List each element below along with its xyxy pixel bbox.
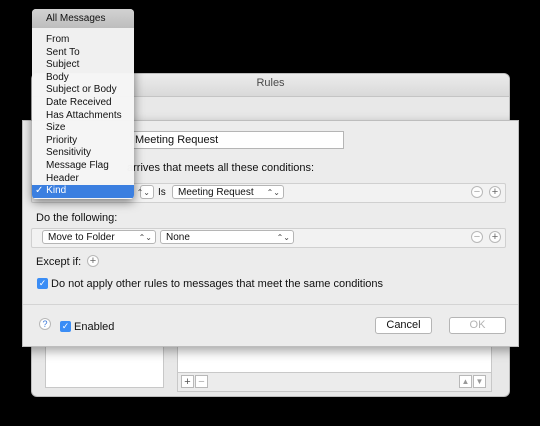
sheet-divider [23, 304, 518, 305]
no-other-rules-label: Do not apply other rules to messages tha… [51, 278, 384, 290]
condition-field-popup[interactable]: ⌃⌄ [136, 185, 154, 199]
enabled-label: Enabled [74, 321, 115, 333]
menu-item-all-messages[interactable]: All Messages [32, 9, 134, 28]
menu-items: From Sent To Subject Body Subject or Bod… [32, 34, 134, 198]
condition-intro-label: arrives that meets all these conditions: [127, 162, 315, 174]
menu-item-from[interactable]: From [32, 34, 134, 47]
move-up-button[interactable]: ▲ [459, 375, 472, 388]
menu-item-subject-or-body[interactable]: Subject or Body [32, 84, 134, 97]
rules-list[interactable] [45, 346, 164, 388]
add-condition-button[interactable]: + [489, 186, 501, 198]
rule-detail-pane [177, 346, 492, 373]
action-target-popup[interactable]: None ⌃⌄ [160, 230, 294, 244]
action-type-popup[interactable]: Move to Folder ⌃⌄ [42, 230, 156, 244]
condition-value-text: Meeting Request [178, 187, 254, 198]
cancel-button[interactable]: Cancel [375, 317, 432, 334]
enabled-checkbox[interactable]: ✓ [60, 321, 71, 332]
popup-arrow-icon: ⌃⌄ [136, 188, 150, 197]
condition-field-menu: All Messages From Sent To Subject Body S… [32, 9, 134, 199]
except-if-label: Except if: [36, 256, 82, 268]
action-row: Move to Folder ⌃⌄ None ⌃⌄ − + [31, 228, 506, 248]
add-exception-button[interactable]: + [87, 255, 99, 267]
popup-arrow-icon: ⌃⌄ [138, 233, 152, 242]
remove-action-button[interactable]: − [471, 231, 483, 243]
action-type-text: Move to Folder [48, 232, 115, 243]
menu-item-has-attachments[interactable]: Has Attachments [32, 110, 134, 123]
menu-item-kind-label: Kind [46, 185, 67, 197]
menu-item-kind[interactable]: ✓ Kind [32, 185, 134, 198]
remove-rule-button[interactable]: − [195, 375, 208, 388]
move-down-button[interactable]: ▼ [473, 375, 486, 388]
menu-item-sensitivity[interactable]: Sensitivity [32, 147, 134, 160]
menu-item-message-flag[interactable]: Message Flag [32, 160, 134, 173]
condition-operator-label: Is [158, 187, 166, 198]
do-following-label: Do the following: [36, 212, 118, 224]
menu-item-date-received[interactable]: Date Received [32, 97, 134, 110]
no-other-rules-checkbox[interactable]: ✓ [37, 278, 48, 289]
condition-value-popup[interactable]: Meeting Request ⌃⌄ [172, 185, 284, 199]
menu-item-sent-to[interactable]: Sent To [32, 47, 134, 60]
checkmark-icon: ✓ [35, 185, 44, 197]
action-target-text: None [166, 232, 190, 243]
popup-arrow-icon: ⌃⌄ [266, 188, 280, 197]
help-button[interactable]: ? [39, 318, 51, 330]
ok-button[interactable]: OK [449, 317, 506, 334]
rules-list-toolbar: + − ▲ ▼ [177, 372, 492, 392]
remove-condition-button[interactable]: − [471, 186, 483, 198]
add-action-button[interactable]: + [489, 231, 501, 243]
menu-item-size[interactable]: Size [32, 122, 134, 135]
popup-arrow-icon: ⌃⌄ [276, 233, 290, 242]
menu-item-body[interactable]: Body [32, 72, 134, 85]
menu-item-subject[interactable]: Subject [32, 59, 134, 72]
menu-item-priority[interactable]: Priority [32, 135, 134, 148]
rule-name-input[interactable]: Meeting Request [131, 131, 344, 149]
add-rule-button[interactable]: + [181, 375, 194, 388]
menu-item-header[interactable]: Header [32, 173, 134, 186]
